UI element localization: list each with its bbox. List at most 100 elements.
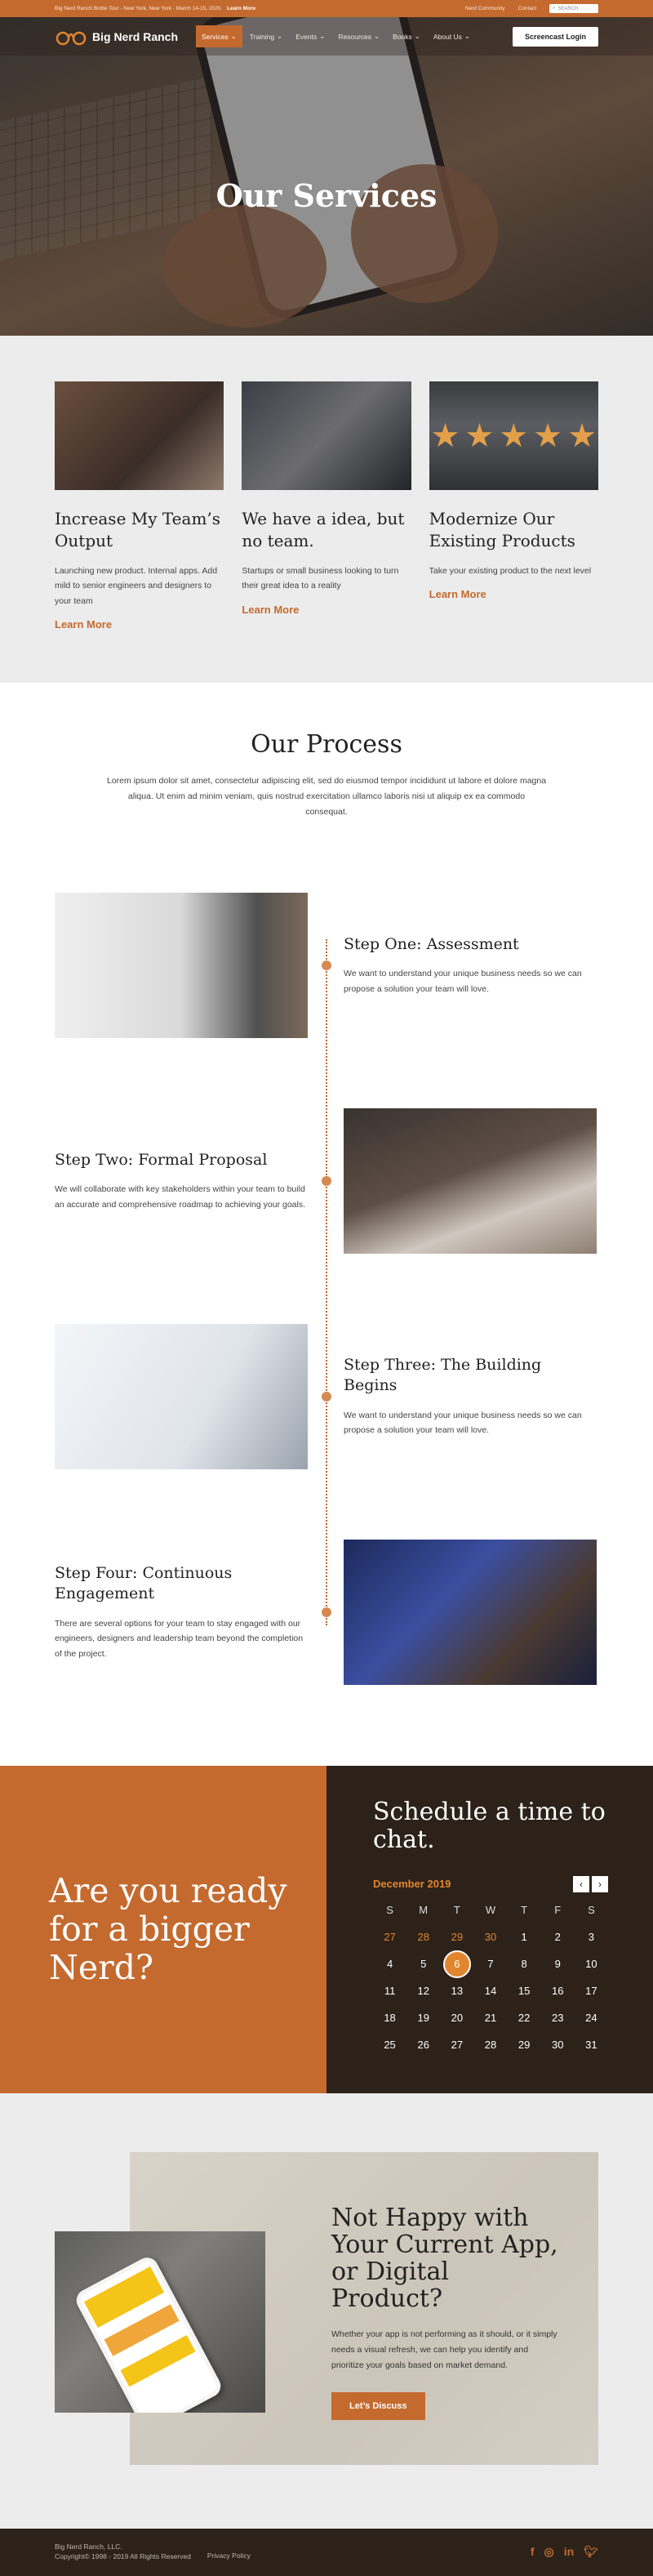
nerd-community-link[interactable]: Nerd Community	[465, 6, 505, 11]
star-icon: ★	[499, 417, 529, 454]
calendar-day[interactable]: 20	[440, 2008, 473, 2029]
calendar-day[interactable]: 8	[508, 1954, 541, 1975]
service-description: Launching new product. Internal apps. Ad…	[55, 566, 218, 606]
page-title: Our Services	[215, 177, 438, 214]
contact-link[interactable]: Contact	[518, 6, 536, 11]
nav-item-events[interactable]: Events ⌄	[290, 25, 331, 47]
product-help-section: Not Happy with Your Current App, or Digi…	[0, 2092, 653, 2529]
calendar-day[interactable]: 16	[541, 1981, 575, 2002]
step-description: We want to understand your unique busine…	[344, 969, 582, 994]
announcement-text: Big Nerd Ranch Bottle Tour - New York, N…	[55, 6, 223, 11]
search-input[interactable]: ⌕ SEARCH	[549, 4, 598, 13]
calendar-day[interactable]: 25	[373, 2035, 406, 2056]
calendar-day[interactable]: 1	[508, 1927, 541, 1948]
nav-item-about-us[interactable]: About Us ⌄	[428, 25, 476, 47]
process-step: Step One: Assessment We want to understa…	[55, 858, 598, 1073]
calendar-day[interactable]: 5	[406, 1954, 440, 1975]
timeline-dot	[322, 1175, 331, 1186]
chevron-right-icon: ›	[598, 1878, 602, 1890]
calendar-day[interactable]: 14	[473, 1981, 507, 2002]
calendar-day[interactable]: 10	[575, 1954, 608, 1975]
nav-item-resources[interactable]: Resources ⌄	[332, 25, 385, 47]
linkedin-icon[interactable]: in	[564, 2545, 574, 2559]
calendar-day[interactable]: 18	[373, 2008, 406, 2029]
nav-item-services[interactable]: Services ⌄	[196, 25, 242, 47]
footer-copyright: Copyright© 1998 - 2019 All Rights Reserv…	[55, 2551, 191, 2560]
step-title: Step Two: Formal Proposal	[55, 1150, 268, 1169]
app-phone-image	[55, 2231, 265, 2413]
chevron-down-icon: ⌄	[277, 32, 283, 40]
lets-discuss-button[interactable]: Let’s Discuss	[331, 2392, 425, 2421]
calendar-day[interactable]: 11	[373, 1981, 406, 2002]
calendar-day[interactable]: 4	[373, 1954, 406, 1975]
chevron-down-icon: ⌄	[319, 32, 326, 40]
prev-month-button[interactable]: ‹	[573, 1875, 589, 1892]
calendar-day[interactable]: 30	[541, 2035, 575, 2056]
calendar-day[interactable]: 31	[575, 2035, 608, 2056]
facebook-icon[interactable]: f	[531, 2545, 535, 2559]
calendar-day[interactable]: 17	[575, 1981, 608, 2002]
calendar-day[interactable]: 7	[473, 1954, 507, 1975]
service-description: Startups or small business looking to tu…	[242, 566, 399, 591]
service-title: Increase My Team’s Output	[55, 509, 221, 550]
process-intro: Lorem ipsum dolor sit amet, consectetur …	[106, 776, 547, 817]
step-image-whiteboard	[55, 892, 308, 1038]
cta-headline: Are you ready for a bigger Nerd?	[49, 1870, 287, 1987]
product-help-title: Not Happy with Your Current App, or Digi…	[331, 2203, 558, 2313]
calendar-day[interactable]: 3	[575, 1927, 608, 1948]
calendar-day[interactable]: 12	[406, 1981, 440, 2002]
calendar-header: December 2019 ‹ ›	[373, 1875, 608, 1892]
twitter-icon[interactable]: 🐦︎	[584, 2545, 598, 2559]
calendar-day[interactable]: 19	[406, 2008, 440, 2029]
product-help-text: Whether your app is not performing as it…	[331, 2329, 557, 2370]
cta-panel: Are you ready for a bigger Nerd?	[0, 1765, 326, 2093]
step-description: There are several options for your team …	[55, 1618, 304, 1659]
service-title: Modernize Our Existing Products	[429, 509, 575, 550]
site-footer: Big Nerd Ranch, LLC. Copyright© 1998 - 2…	[0, 2528, 653, 2576]
nav-item-training[interactable]: Training ⌄	[244, 25, 289, 47]
schedule-title: Schedule a time to chat.	[373, 1797, 606, 1855]
service-image-idea	[242, 381, 411, 490]
nav-item-books[interactable]: Books ⌄	[387, 25, 426, 47]
calendar-day[interactable]: 21	[473, 2008, 507, 2029]
calendar-day[interactable]: 24	[575, 2008, 608, 2029]
star-icon: ★	[567, 417, 597, 454]
calendar-day[interactable]: 28	[473, 2035, 507, 2056]
calendar-day[interactable]: 13	[440, 1981, 473, 2002]
site-logo[interactable]: Big Nerd Ranch	[55, 28, 178, 46]
process-title: Our Process	[251, 730, 402, 760]
calendar-day-prev-month[interactable]: 29	[440, 1927, 473, 1948]
chevron-down-icon: ⌄	[230, 32, 237, 40]
weekday-label: F	[554, 1903, 562, 1916]
calendar-day[interactable]: 23	[541, 2008, 575, 2029]
calendar-day-prev-month[interactable]: 30	[473, 1927, 507, 1948]
service-card: ★ ★ ★ ★ ★ Modernize Our Existing Product…	[429, 381, 598, 631]
calendar-day[interactable]: 2	[541, 1927, 575, 1948]
step-description: We will collaborate with key stakeholder…	[55, 1184, 306, 1210]
next-month-button[interactable]: ›	[592, 1875, 608, 1892]
search-icon: ⌕	[553, 6, 556, 11]
privacy-policy-link[interactable]: Privacy Policy	[207, 2551, 251, 2560]
service-learn-more-link[interactable]: Learn More	[55, 618, 224, 631]
search-placeholder: SEARCH	[557, 6, 579, 11]
calendar-day[interactable]: 22	[508, 2008, 541, 2029]
calendar-day[interactable]: 15	[508, 1981, 541, 2002]
service-learn-more-link[interactable]: Learn More	[242, 604, 411, 616]
calendar-day[interactable]: 26	[406, 2035, 440, 2056]
calendar-day[interactable]: 29	[508, 2035, 541, 2056]
chevron-left-icon: ‹	[580, 1878, 583, 1890]
calendar-day-prev-month[interactable]: 28	[406, 1927, 440, 1948]
calendar-day[interactable]: 9	[541, 1954, 575, 1975]
announcement-learn-more-link[interactable]: Learn More	[227, 6, 255, 11]
step-title: Step Four: Continuous Engagement	[55, 1563, 233, 1603]
screencast-login-button[interactable]: Screencast Login	[512, 26, 598, 47]
chevron-down-icon: ⌄	[374, 32, 380, 40]
service-learn-more-link[interactable]: Learn More	[429, 588, 598, 600]
instagram-icon[interactable]: ◎	[544, 2545, 554, 2559]
calendar-day-prev-month[interactable]: 27	[373, 1927, 406, 1948]
calendar-day-selected[interactable]: 6	[440, 1950, 473, 1978]
step-image-signing	[344, 1108, 597, 1254]
step-title: Step One: Assessment	[344, 934, 519, 953]
process-step: Step Two: Formal Proposal We will collab…	[55, 1073, 598, 1289]
calendar-day[interactable]: 27	[440, 2035, 473, 2056]
